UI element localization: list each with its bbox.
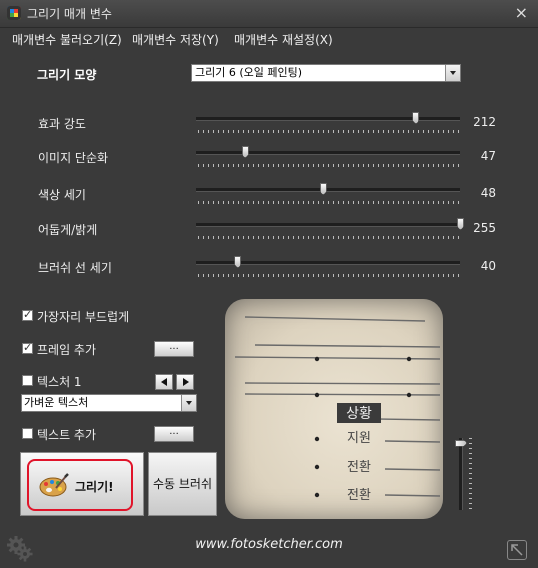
texture-next-button[interactable] xyxy=(176,374,194,390)
slider-track[interactable] xyxy=(196,256,460,268)
draw-button-label: 그리기! xyxy=(75,480,114,494)
close-icon[interactable]: × xyxy=(515,3,528,23)
arrow-right-icon xyxy=(183,378,189,386)
draw-button-highlight: 그리기! xyxy=(27,459,133,511)
menu-save-params[interactable]: 매개변수 저장(Y) xyxy=(132,31,219,48)
window-title: 그리기 매개 변수 xyxy=(27,7,112,21)
preview-word: 지원 xyxy=(347,431,371,446)
texture-select[interactable]: 가벼운 텍스처 xyxy=(21,394,197,412)
slider-thumb[interactable] xyxy=(412,112,420,124)
slider-image-simplification: 이미지 단순화 47 xyxy=(0,146,538,179)
texture-prev-button[interactable] xyxy=(155,374,173,390)
slider-value: 48 xyxy=(480,186,496,200)
slider-thumb[interactable] xyxy=(457,218,464,230)
slider-value: 40 xyxy=(480,259,496,273)
slider-label: 브러쉬 선 세기 xyxy=(38,261,112,275)
preview-word: 상황 xyxy=(346,406,372,422)
preview-zoom-slider[interactable] xyxy=(455,436,485,512)
texture-select-value: 가벼운 텍스처 xyxy=(24,396,89,409)
drawing-style-label: 그리기 모양 xyxy=(37,68,97,82)
slider-label: 어둡게/밝게 xyxy=(38,223,98,237)
preview-sketch: 상황 지원 전환 전환 xyxy=(234,316,441,503)
slider-label: 효과 강도 xyxy=(38,117,86,131)
slider-color-intensity: 색상 세기 48 xyxy=(0,183,538,216)
resize-arrow xyxy=(511,544,523,556)
slider-thumb[interactable] xyxy=(319,183,327,195)
soft-edges-checkbox[interactable] xyxy=(22,308,33,321)
manual-brush-button[interactable]: 수동 브러쉬 xyxy=(148,452,217,516)
chevron-down-icon[interactable] xyxy=(445,65,460,81)
slider-thumb[interactable] xyxy=(234,256,242,268)
slider-value: 255 xyxy=(473,221,496,235)
slider-label: 이미지 단순화 xyxy=(38,151,109,165)
preview-image[interactable]: 상황 지원 전환 전환 xyxy=(225,299,443,519)
texture-checkbox[interactable] xyxy=(22,375,33,386)
arrow-left-icon xyxy=(161,378,167,386)
draw-button[interactable]: 그리기! xyxy=(20,452,144,516)
title-bar: 그리기 매개 변수 × xyxy=(0,0,538,28)
zoom-slider-thumb[interactable] xyxy=(455,439,467,447)
drawing-style-select[interactable]: 그리기 6 (오일 페인팅) xyxy=(191,64,461,82)
slider-ticks xyxy=(469,438,472,510)
frame-options-button[interactable]: ... xyxy=(154,341,194,357)
preview-word: 전환 xyxy=(347,460,371,475)
website-link[interactable]: www.fotosketcher.com xyxy=(0,537,538,552)
soft-edges-label: 가장자리 부드럽게 xyxy=(37,310,130,324)
texture-label: 텍스처 1 xyxy=(37,375,82,389)
slider-ticks xyxy=(198,274,460,277)
slider-darken-lighten: 어둡게/밝게 255 xyxy=(0,218,538,251)
slider-track[interactable] xyxy=(196,112,460,124)
app-logo-icon xyxy=(7,6,21,20)
slider-brush-stroke: 브러쉬 선 세기 40 xyxy=(0,256,538,289)
preview-word: 전환 xyxy=(347,488,371,503)
slider-ticks xyxy=(198,236,460,239)
menu-bar: 매개변수 불러오기(Z) 매개변수 저장(Y) 매개변수 재설정(X) xyxy=(0,28,538,50)
text-options-button[interactable]: ... xyxy=(154,426,194,442)
slider-track[interactable] xyxy=(196,218,464,230)
palette-icon xyxy=(39,473,69,497)
slider-track[interactable] xyxy=(196,183,460,195)
menu-load-params[interactable]: 매개변수 불러오기(Z) xyxy=(12,31,122,48)
add-text-checkbox[interactable] xyxy=(22,428,33,439)
resize-icon[interactable] xyxy=(507,540,527,560)
chevron-down-icon[interactable] xyxy=(181,395,196,411)
drawing-style-value: 그리기 6 (오일 페인팅) xyxy=(195,66,303,79)
slider-ticks xyxy=(198,130,460,133)
menu-reset-params[interactable]: 매개변수 재설정(X) xyxy=(234,31,333,48)
slider-effect-strength: 효과 강도 212 xyxy=(0,112,538,145)
add-frame-label: 프레임 추가 xyxy=(37,343,97,357)
slider-label: 색상 세기 xyxy=(38,188,86,202)
slider-value: 212 xyxy=(473,115,496,129)
preview-dots xyxy=(314,356,412,498)
slider-track[interactable] xyxy=(196,146,460,158)
slider-track[interactable] xyxy=(459,438,463,510)
slider-value: 47 xyxy=(480,149,496,163)
slider-ticks xyxy=(198,164,460,167)
add-text-label: 텍스트 추가 xyxy=(37,428,97,442)
slider-ticks xyxy=(198,201,460,204)
add-frame-checkbox[interactable] xyxy=(22,341,33,354)
slider-thumb[interactable] xyxy=(241,146,249,158)
